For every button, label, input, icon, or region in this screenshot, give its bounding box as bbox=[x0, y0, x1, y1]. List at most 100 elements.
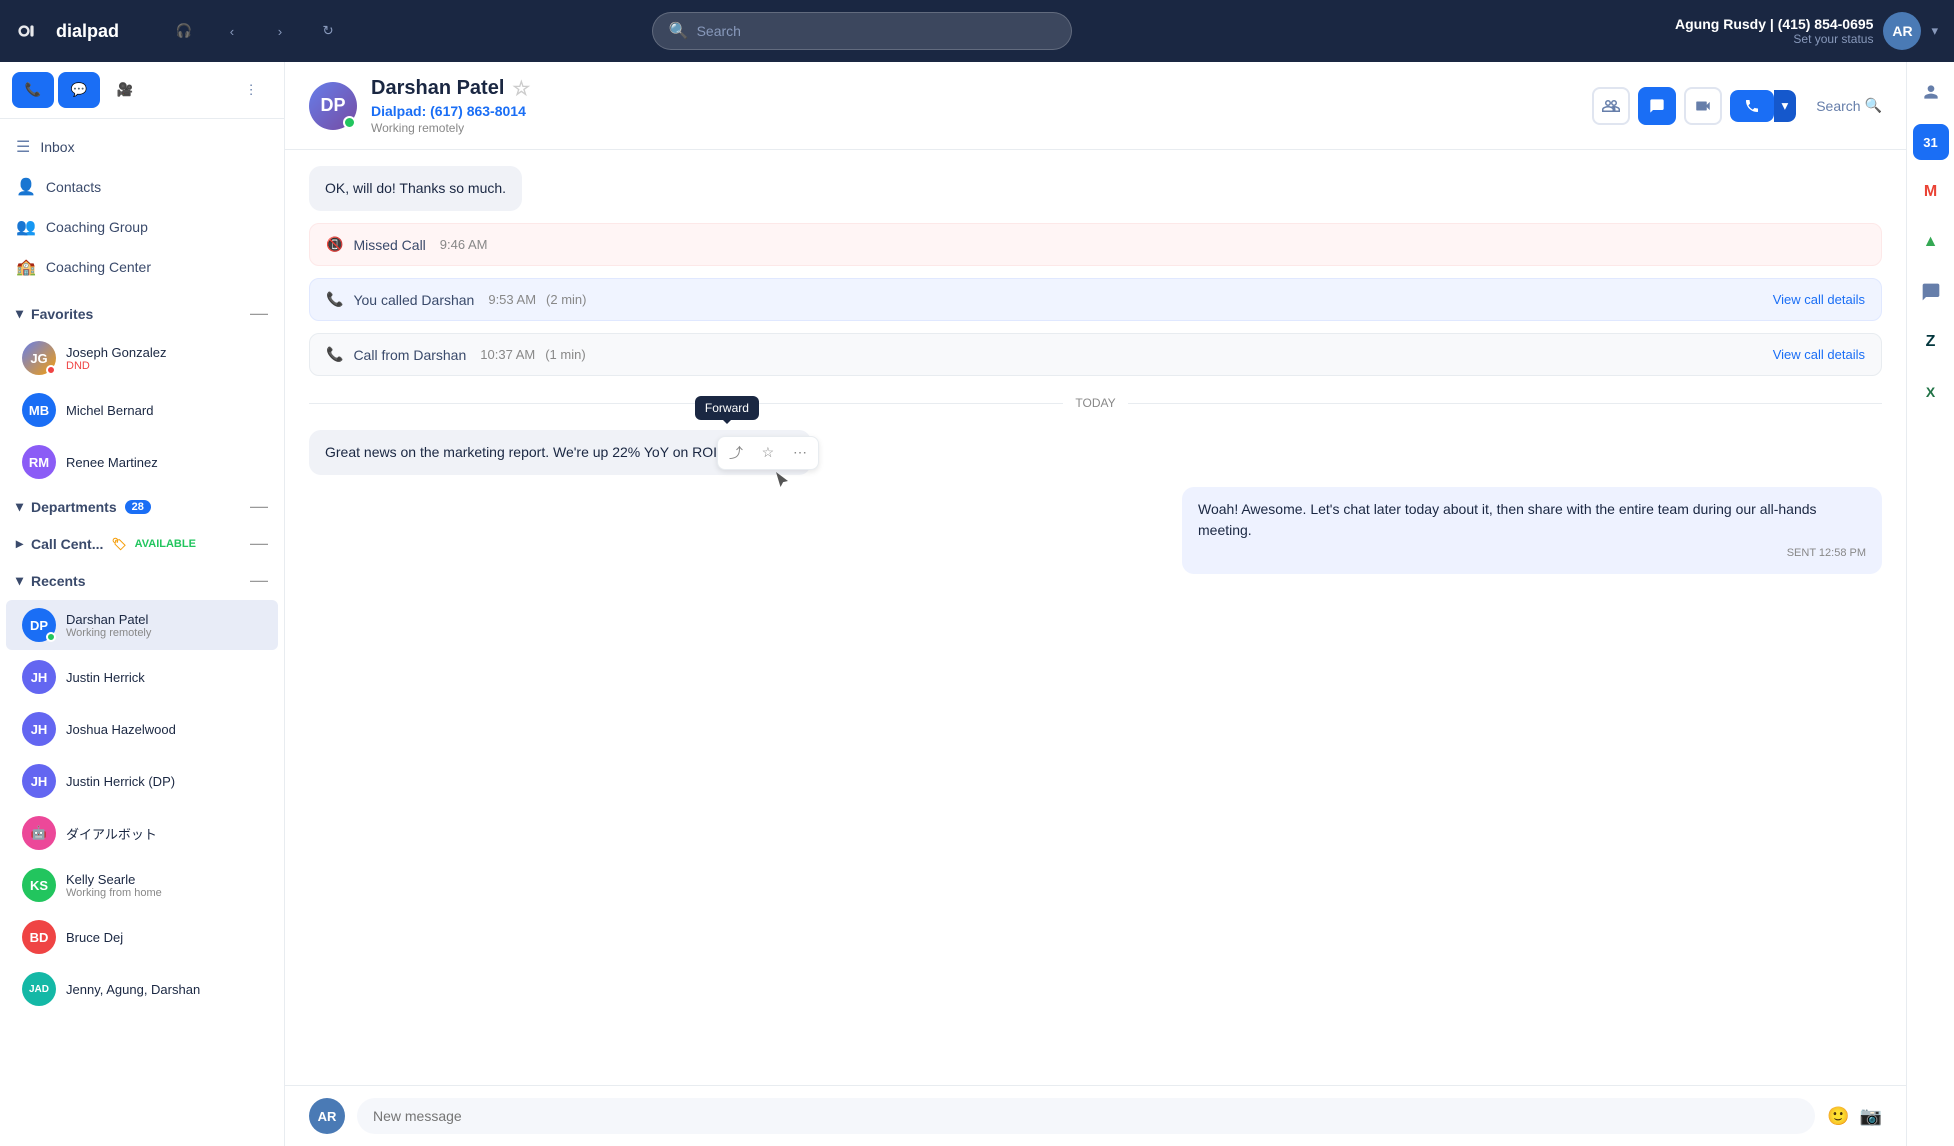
right-gmail-icon[interactable]: M bbox=[1913, 174, 1949, 210]
search-bar[interactable]: 🔍 bbox=[652, 12, 1072, 50]
contact-darshan-patel[interactable]: DP Darshan Patel Working remotely bbox=[6, 600, 278, 650]
missed-call-icon: 📵 bbox=[326, 236, 343, 253]
forward-message-button[interactable]: ⤴ bbox=[722, 439, 750, 467]
contact-kelly-searle[interactable]: KS Kelly Searle Working from home bbox=[6, 860, 278, 910]
call-center-expand-icon: ▸ bbox=[16, 535, 23, 552]
more-message-options-button[interactable]: ⋯ bbox=[786, 439, 814, 467]
chat-contact-name: Darshan Patel ☆ bbox=[371, 76, 1578, 101]
favorite-star-icon[interactable]: ☆ bbox=[512, 76, 530, 101]
outgoing-call-item: 📞 You called Darshan 9:53 AM (2 min) Vie… bbox=[309, 278, 1882, 321]
sidebar-item-coaching-group[interactable]: 👥 Coaching Group bbox=[0, 207, 284, 247]
call-button[interactable] bbox=[1730, 90, 1774, 122]
right-sidebar: 31 M ▲ Z X bbox=[1906, 62, 1954, 1146]
tab-video[interactable]: 🎥 bbox=[104, 72, 146, 108]
message-ok-will-do: OK, will do! Thanks so much. bbox=[309, 166, 522, 211]
contact-joshua-hazelwood[interactable]: JH Joshua Hazelwood bbox=[6, 704, 278, 754]
camera-button[interactable]: 📷 bbox=[1860, 1106, 1882, 1127]
contact-joseph-gonzalez[interactable]: JG Joseph Gonzalez DND bbox=[6, 333, 278, 383]
sidebar-item-label-inbox: Inbox bbox=[40, 139, 74, 155]
chat-contact-avatar: DP bbox=[309, 82, 357, 130]
sidebar-item-coaching-center[interactable]: 🏫 Coaching Center bbox=[0, 247, 284, 287]
contact-name-michel: Michel Bernard bbox=[66, 403, 262, 418]
call-button-group[interactable]: ▾ bbox=[1730, 90, 1797, 122]
right-chat-icon[interactable] bbox=[1913, 274, 1949, 310]
contact-info-justin-dp: Justin Herrick (DP) bbox=[66, 774, 262, 789]
favorites-section-header[interactable]: ▾ Favorites — bbox=[0, 295, 284, 332]
search-magnify-icon: 🔍 bbox=[1865, 97, 1882, 114]
today-label: TODAY bbox=[1075, 396, 1115, 410]
contact-dialbot[interactable]: 🤖 ダイアルボット bbox=[6, 808, 278, 858]
tab-more[interactable]: ⋮ bbox=[230, 72, 272, 108]
right-excel-icon[interactable]: X bbox=[1913, 374, 1949, 410]
tab-phone[interactable]: 📞 bbox=[12, 72, 54, 108]
departments-section-header[interactable]: ▾ Departments 28 — bbox=[0, 488, 284, 525]
contact-name-justin-dp: Justin Herrick (DP) bbox=[66, 774, 262, 789]
right-zendesk-icon[interactable]: Z bbox=[1913, 324, 1949, 360]
sidebar-item-contacts[interactable]: 👤 Contacts bbox=[0, 167, 284, 207]
input-action-buttons: 🙂 📷 bbox=[1827, 1106, 1882, 1127]
departments-chevron-icon: ▾ bbox=[16, 498, 23, 515]
sidebar-item-label-contacts: Contacts bbox=[46, 179, 101, 195]
messages-container: OK, will do! Thanks so much. 📵 Missed Ca… bbox=[285, 150, 1906, 1085]
forward-button[interactable]: › bbox=[264, 15, 296, 47]
missed-call-item: 📵 Missed Call 9:46 AM bbox=[309, 223, 1882, 266]
chat-search-button[interactable]: Search 🔍 bbox=[1816, 97, 1882, 114]
message-button[interactable] bbox=[1638, 87, 1676, 125]
call-center-collapse-icon[interactable]: — bbox=[250, 533, 268, 554]
right-contacts-icon[interactable] bbox=[1913, 74, 1949, 110]
contact-name-darshan: Darshan Patel bbox=[66, 612, 262, 627]
call-center-item[interactable]: ▸ Call Cent... 🏷 AVAILABLE — bbox=[0, 525, 284, 562]
user-status[interactable]: Set your status bbox=[1675, 32, 1873, 46]
contact-info-renee: Renee Martinez bbox=[66, 455, 262, 470]
add-to-call-button[interactable] bbox=[1592, 87, 1630, 125]
left-sidebar: 📞 💬 🎥 ⋮ ☰ Inbox 👤 Contacts 👥 Coaching Gr… bbox=[0, 62, 285, 1146]
contact-bruce-dej[interactable]: BD Bruce Dej bbox=[6, 912, 278, 962]
emoji-button[interactable]: 🙂 bbox=[1827, 1106, 1849, 1127]
tab-chat[interactable]: 💬 bbox=[58, 72, 100, 108]
contact-justin-herrick[interactable]: JH Justin Herrick bbox=[6, 652, 278, 702]
chevron-down-icon[interactable]: ▾ bbox=[1931, 23, 1938, 39]
user-avatar[interactable]: AR bbox=[1883, 12, 1921, 50]
search-icon: 🔍 bbox=[669, 21, 689, 41]
recents-section-header[interactable]: ▾ Recents — bbox=[0, 562, 284, 599]
message-actions-bar: ⤴ ☆ ⋯ bbox=[717, 436, 819, 470]
call-center-label-group: ▸ Call Cent... 🏷 AVAILABLE bbox=[16, 535, 196, 552]
missed-call-label: Missed Call bbox=[353, 237, 425, 253]
search-input[interactable] bbox=[697, 23, 1055, 39]
star-message-button[interactable]: ☆ bbox=[754, 439, 782, 467]
contact-info-joseph: Joseph Gonzalez DND bbox=[66, 345, 262, 372]
contact-jenny-group[interactable]: JAD Jenny, Agung, Darshan bbox=[6, 964, 278, 1014]
sidebar-item-inbox[interactable]: ☰ Inbox bbox=[0, 127, 284, 167]
back-button[interactable]: ‹ bbox=[216, 15, 248, 47]
message-input[interactable] bbox=[357, 1098, 1815, 1134]
message-row-marketing: Great news on the marketing report. We'r… bbox=[309, 430, 811, 475]
sidebar-tab-bar: 📞 💬 🎥 ⋮ bbox=[0, 62, 284, 119]
right-drive-icon[interactable]: ▲ bbox=[1913, 224, 1949, 260]
contact-renee-martinez[interactable]: RM Renee Martinez bbox=[6, 437, 278, 487]
nav-back-forward: 🎧 ‹ › ↻ bbox=[168, 15, 344, 47]
message-row-sent: Woah! Awesome. Let's chat later today ab… bbox=[1182, 487, 1882, 574]
view-incoming-call-details[interactable]: View call details bbox=[1773, 347, 1865, 362]
sidebar-item-label-coaching-group: Coaching Group bbox=[46, 219, 148, 235]
contact-michel-bernard[interactable]: MB Michel Bernard bbox=[6, 385, 278, 435]
view-outgoing-call-details[interactable]: View call details bbox=[1773, 292, 1865, 307]
contact-status-joseph: DND bbox=[66, 360, 262, 372]
contact-name-joshua: Joshua Hazelwood bbox=[66, 722, 262, 737]
headset-icon[interactable]: 🎧 bbox=[168, 15, 200, 47]
contact-info-kelly: Kelly Searle Working from home bbox=[66, 872, 262, 899]
video-button[interactable] bbox=[1684, 87, 1722, 125]
right-calendar-icon[interactable]: 31 bbox=[1913, 124, 1949, 160]
contact-justin-dp[interactable]: JH Justin Herrick (DP) bbox=[6, 756, 278, 806]
search-label: Search bbox=[1816, 98, 1860, 114]
favorites-collapse-icon[interactable]: — bbox=[250, 303, 268, 324]
recents-collapse-icon[interactable]: — bbox=[250, 570, 268, 591]
refresh-button[interactable]: ↻ bbox=[312, 15, 344, 47]
contact-info-dialbot: ダイアルボット bbox=[66, 824, 262, 843]
main-chat-area: DP Darshan Patel ☆ Dialpad: (617) 863-80… bbox=[285, 62, 1906, 1146]
call-button-dropdown[interactable]: ▾ bbox=[1774, 90, 1797, 122]
recents-label: Recents bbox=[31, 573, 85, 589]
contact-name-kelly: Kelly Searle bbox=[66, 872, 262, 887]
avatar-joshua: JH bbox=[22, 712, 56, 746]
app-name: dialpad bbox=[56, 21, 119, 42]
departments-collapse-icon[interactable]: — bbox=[250, 496, 268, 517]
